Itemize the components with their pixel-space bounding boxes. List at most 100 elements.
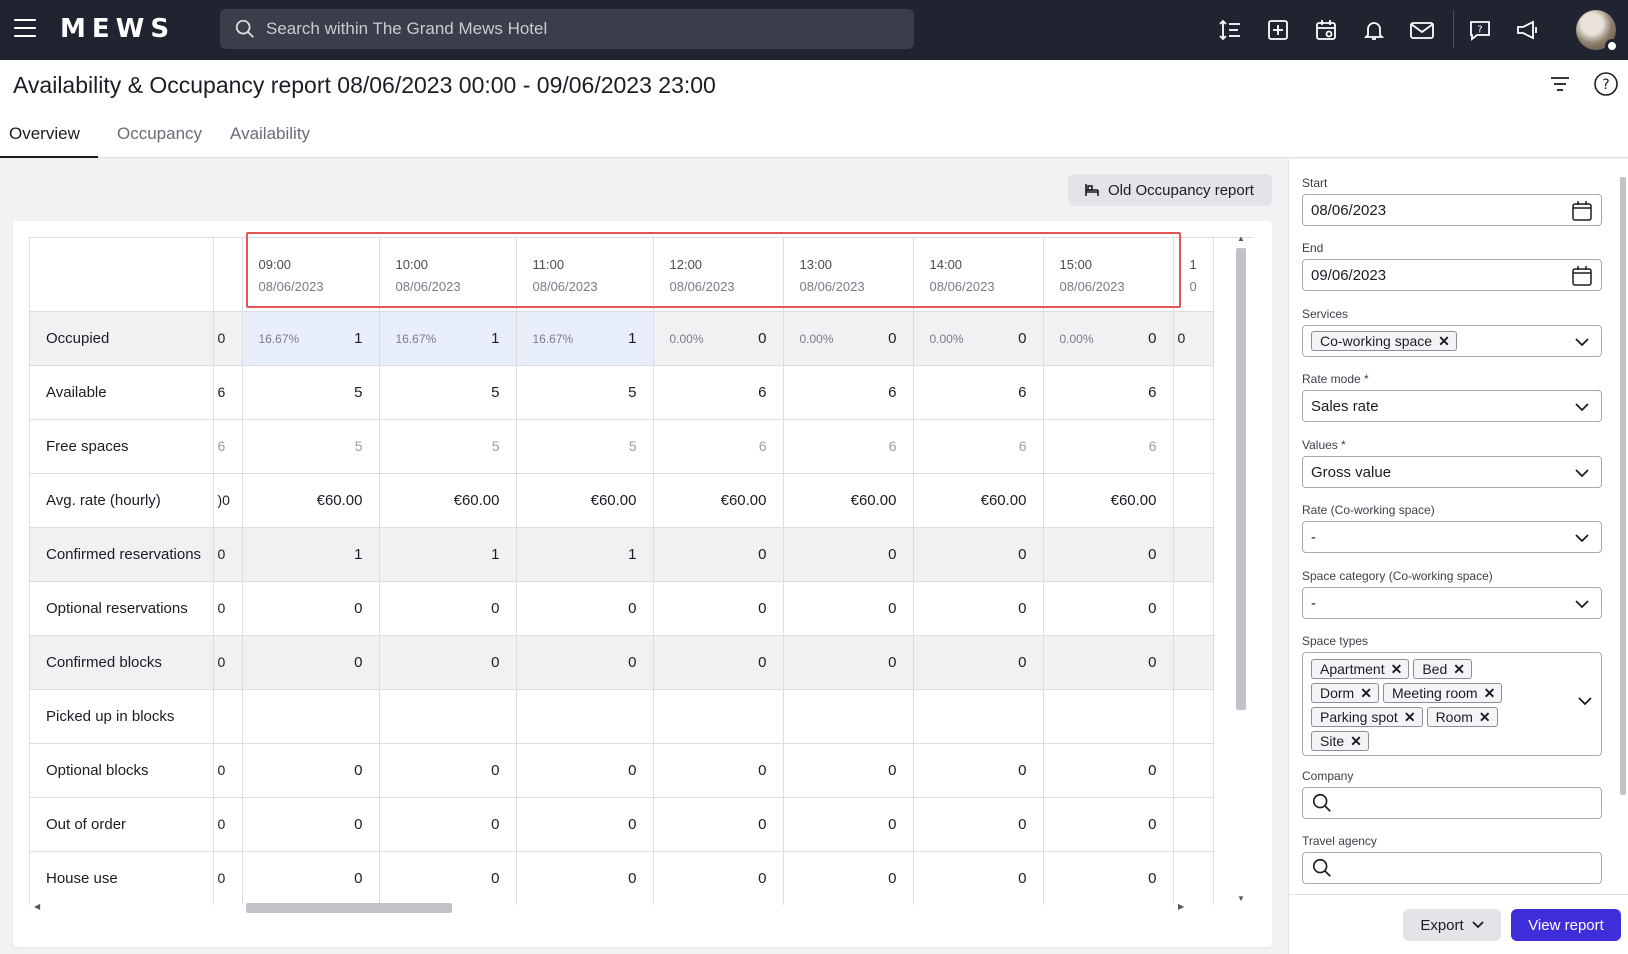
table-cell[interactable] bbox=[516, 689, 654, 744]
table-cell[interactable]: 0 bbox=[379, 635, 517, 690]
report-grid[interactable]: 09:00 08/06/2023 10:00 08/06/2023 11:00 08/06… bbox=[29, 237, 1254, 905]
table-cell[interactable]: €60.00 bbox=[1043, 473, 1174, 528]
table-cell[interactable]: 0 bbox=[653, 635, 784, 690]
table-cell[interactable]: 0 bbox=[1043, 635, 1174, 690]
table-cell[interactable]: 0 bbox=[379, 743, 517, 798]
remove-chip-icon[interactable]: ✕ bbox=[1484, 685, 1496, 702]
calendar-icon[interactable] bbox=[1571, 200, 1593, 222]
table-cell[interactable]: 0 bbox=[653, 581, 784, 636]
avatar[interactable] bbox=[1576, 10, 1619, 53]
search-input[interactable] bbox=[266, 19, 866, 39]
table-cell[interactable]: 5 bbox=[242, 419, 380, 474]
table-cell[interactable]: 6 bbox=[913, 365, 1044, 420]
table-cell[interactable]: 0 bbox=[242, 635, 380, 690]
table-cell[interactable]: 6 bbox=[913, 419, 1044, 474]
filter-icon[interactable] bbox=[1546, 70, 1574, 98]
scroll-left-icon[interactable]: ◀ bbox=[34, 902, 40, 911]
space-category-select[interactable]: - bbox=[1302, 587, 1602, 619]
chevron-down-icon[interactable] bbox=[1571, 593, 1593, 615]
table-cell[interactable]: 0 bbox=[783, 743, 914, 798]
bell-icon[interactable] bbox=[1358, 14, 1390, 46]
space-types-select[interactable]: Apartment ✕ Bed ✕ Dorm ✕ Meeting room ✕ Parkin… bbox=[1302, 652, 1602, 756]
table-cell[interactable]: 0 bbox=[516, 851, 654, 905]
table-cell[interactable]: 0 bbox=[516, 797, 654, 852]
table-cell[interactable]: €60.00 bbox=[913, 473, 1044, 528]
scroll-up-icon[interactable]: ▲ bbox=[1237, 234, 1245, 243]
scroll-down-icon[interactable]: ▼ bbox=[1237, 894, 1245, 903]
chevron-down-icon[interactable] bbox=[1571, 527, 1593, 549]
table-cell[interactable]: 0.00% 0 bbox=[653, 311, 784, 366]
scrollbar-thumb[interactable] bbox=[246, 903, 452, 913]
table-cell[interactable]: 0 bbox=[783, 851, 914, 905]
table-cell[interactable]: 0.00% 0 bbox=[913, 311, 1044, 366]
table-cell[interactable]: 0 bbox=[242, 581, 380, 636]
table-cell[interactable] bbox=[1043, 689, 1174, 744]
table-cell[interactable]: 1 bbox=[379, 527, 517, 582]
table-cell[interactable]: 6 bbox=[783, 365, 914, 420]
rate-select[interactable]: - bbox=[1302, 521, 1602, 553]
table-cell[interactable]: 16.67% 1 bbox=[379, 311, 517, 366]
table-cell[interactable]: 0 bbox=[516, 635, 654, 690]
table-cell[interactable] bbox=[653, 689, 784, 744]
table-cell[interactable]: 1 bbox=[516, 527, 654, 582]
table-cell[interactable]: 5 bbox=[379, 365, 517, 420]
services-select[interactable]: Co-working space ✕ bbox=[1302, 325, 1602, 357]
company-search-field[interactable] bbox=[1302, 787, 1602, 819]
help-icon[interactable]: ? bbox=[1592, 70, 1620, 98]
remove-chip-icon[interactable]: ✕ bbox=[1360, 685, 1372, 702]
table-cell[interactable]: 5 bbox=[516, 365, 654, 420]
table-cell[interactable]: 0 bbox=[1043, 743, 1174, 798]
table-cell[interactable]: 0 bbox=[913, 527, 1044, 582]
remove-chip-icon[interactable]: ✕ bbox=[1404, 709, 1416, 726]
table-cell[interactable]: 1 bbox=[242, 527, 380, 582]
table-cell[interactable]: 0 bbox=[653, 797, 784, 852]
calendar-icon[interactable] bbox=[1571, 265, 1593, 287]
remove-chip-icon[interactable]: ✕ bbox=[1453, 661, 1465, 678]
values-select[interactable]: Gross value bbox=[1302, 456, 1602, 488]
calendar-icon[interactable] bbox=[1310, 14, 1342, 46]
table-cell[interactable]: 0 bbox=[1043, 581, 1174, 636]
horizontal-scrollbar[interactable]: ◀ ▶ bbox=[30, 900, 1232, 914]
chevron-down-icon[interactable] bbox=[1571, 462, 1593, 484]
panel-scrollbar[interactable] bbox=[1619, 167, 1627, 867]
mail-icon[interactable] bbox=[1406, 14, 1438, 46]
rate-mode-select[interactable]: Sales rate bbox=[1302, 390, 1602, 422]
table-cell[interactable]: 0 bbox=[1043, 527, 1174, 582]
table-cell[interactable]: 0 bbox=[516, 743, 654, 798]
sort-icon[interactable] bbox=[1214, 14, 1246, 46]
table-cell[interactable]: 0 bbox=[516, 581, 654, 636]
export-button[interactable]: Export bbox=[1403, 909, 1501, 941]
table-cell[interactable]: 0 bbox=[653, 743, 784, 798]
table-cell[interactable]: 6 bbox=[1043, 365, 1174, 420]
table-cell[interactable]: €60.00 bbox=[242, 473, 380, 528]
table-cell[interactable]: €60.00 bbox=[516, 473, 654, 528]
table-cell[interactable]: 0.00% 0 bbox=[1043, 311, 1174, 366]
table-cell[interactable]: 6 bbox=[653, 365, 784, 420]
table-cell[interactable]: 0.00% 0 bbox=[783, 311, 914, 366]
table-cell[interactable]: 0 bbox=[913, 797, 1044, 852]
scrollbar-thumb[interactable] bbox=[1620, 177, 1626, 795]
table-cell[interactable]: 0 bbox=[379, 851, 517, 905]
table-cell[interactable]: 0 bbox=[1043, 797, 1174, 852]
table-cell[interactable] bbox=[379, 689, 517, 744]
end-date-field[interactable]: 09/06/2023 bbox=[1302, 259, 1602, 291]
remove-chip-icon[interactable]: ✕ bbox=[1391, 661, 1403, 678]
start-date-field[interactable]: 08/06/2023 bbox=[1302, 194, 1602, 226]
scroll-right-icon[interactable]: ▶ bbox=[1178, 902, 1184, 911]
table-cell[interactable] bbox=[783, 689, 914, 744]
tab-availability[interactable]: Availability bbox=[221, 116, 319, 158]
tab-occupancy[interactable]: Occupancy bbox=[108, 116, 211, 158]
table-cell[interactable]: 0 bbox=[783, 797, 914, 852]
table-cell[interactable]: 0 bbox=[783, 635, 914, 690]
old-occupancy-report-button[interactable]: Old Occupancy report bbox=[1068, 174, 1272, 206]
table-cell[interactable]: 6 bbox=[653, 419, 784, 474]
table-cell[interactable]: 5 bbox=[379, 419, 517, 474]
table-cell[interactable]: €60.00 bbox=[783, 473, 914, 528]
table-cell[interactable]: 0 bbox=[379, 797, 517, 852]
table-cell[interactable]: 0 bbox=[913, 635, 1044, 690]
table-cell[interactable]: 0 bbox=[242, 797, 380, 852]
travel-agency-search-field[interactable] bbox=[1302, 852, 1602, 884]
table-cell[interactable]: 16.67% 1 bbox=[516, 311, 654, 366]
vertical-scrollbar[interactable]: ▲ ▼ bbox=[1234, 234, 1248, 906]
menu-icon[interactable] bbox=[14, 19, 36, 39]
